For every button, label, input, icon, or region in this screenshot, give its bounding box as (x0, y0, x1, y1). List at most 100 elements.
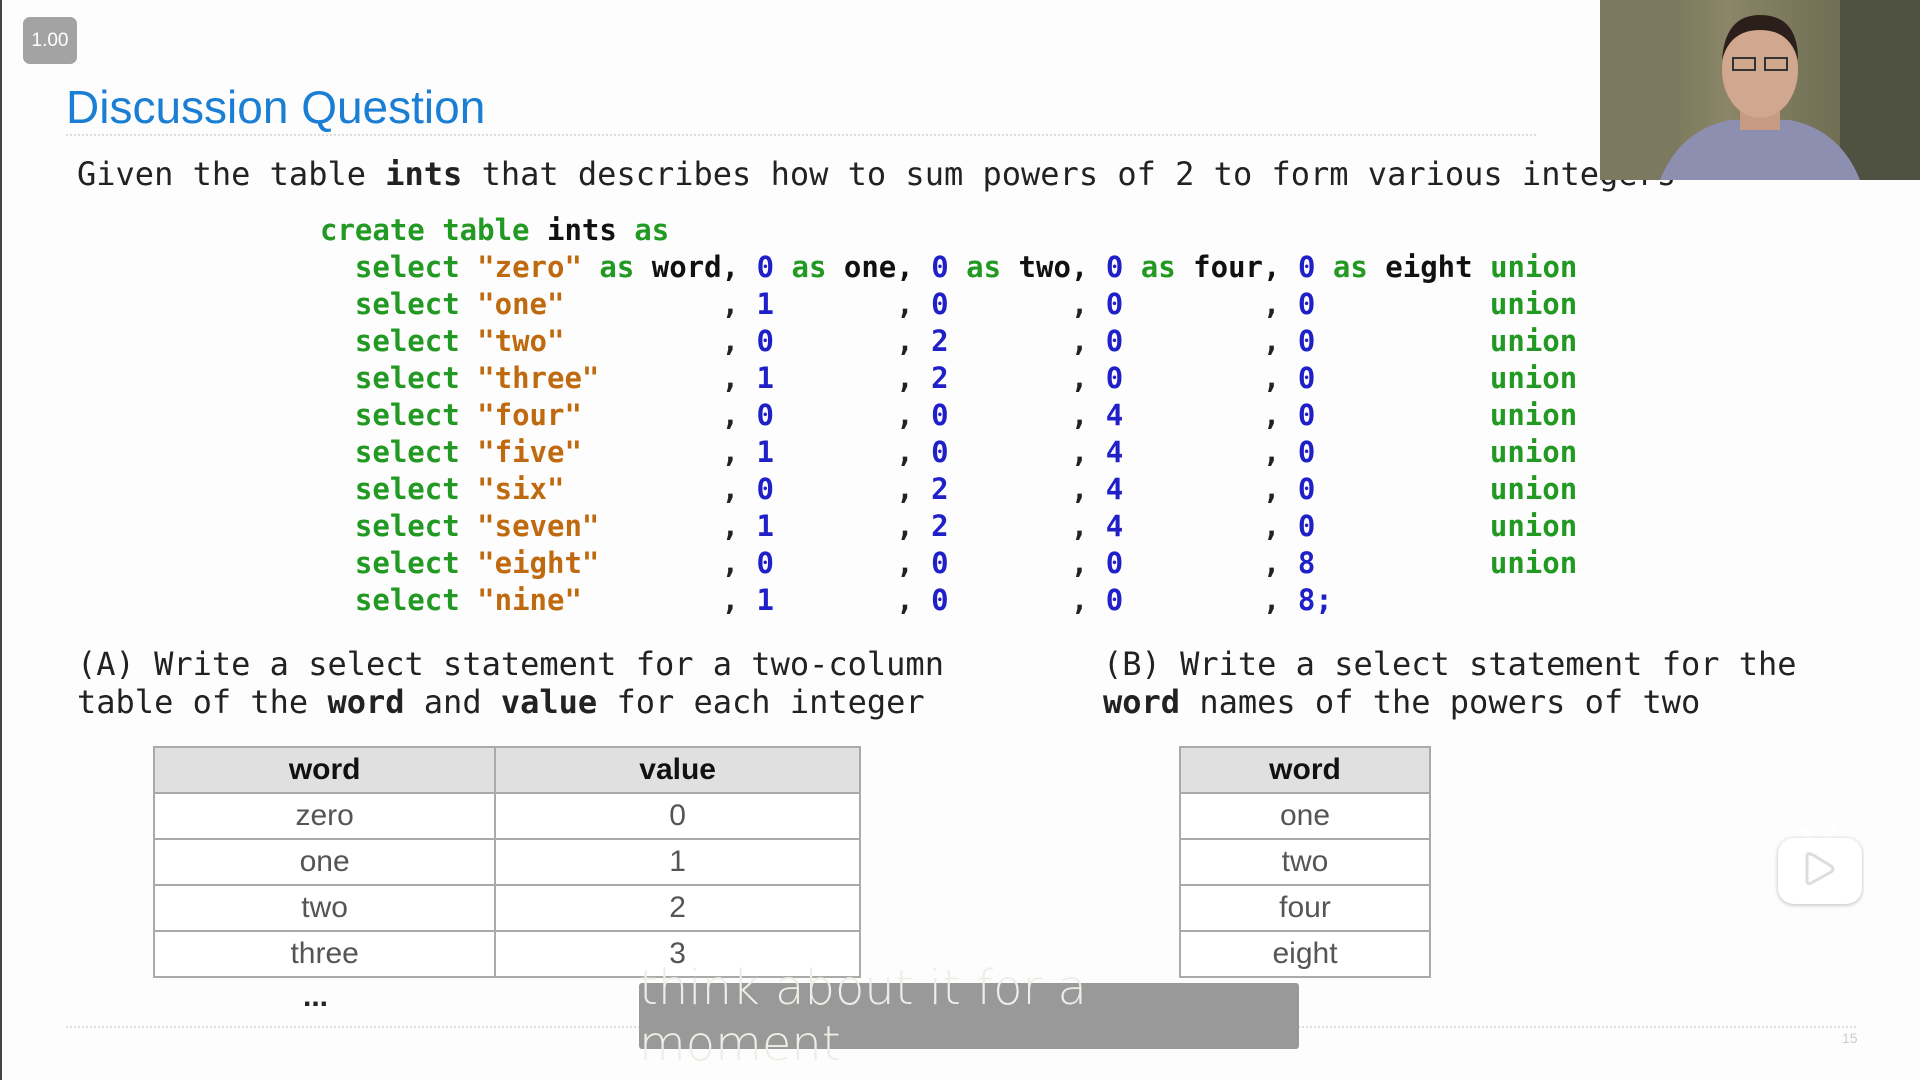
code-token: eight (1385, 250, 1473, 284)
code-token: "zero" (477, 250, 582, 284)
number-literal: 1 (756, 435, 774, 469)
number-literal: 2 (931, 324, 949, 358)
column-header: value (494, 746, 861, 794)
question-line: (A) Write a select statement for a two-c… (77, 645, 944, 683)
code-token: select (354, 250, 460, 284)
subtitle-caption: think about it for a moment (639, 960, 1299, 1072)
code-line: select "five" , 1 , 0 , 4 , 0 union (354, 435, 1578, 469)
code-line: select "eight" , 0 , 0 , 0 , 8 union (354, 546, 1578, 580)
keyword: select (354, 472, 460, 506)
given-text: Given the table ints that describes how … (77, 155, 1676, 193)
keyword: select (354, 509, 460, 543)
number-literal: 4 (1105, 472, 1124, 506)
text-run: names of the powers of two (1180, 683, 1701, 721)
table-row: four (1179, 884, 1431, 932)
number-literal: 2 (931, 509, 949, 543)
string-literal: "six" (477, 472, 565, 506)
number-literal: 4 (1105, 435, 1124, 469)
string-literal: "seven" (477, 509, 600, 543)
code-token: one, (843, 250, 914, 284)
table-cell: three (152, 930, 497, 978)
code-line: select "zero" as word, 0 as one, 0 as tw… (320, 249, 1577, 286)
tv-play-icon[interactable] (1774, 820, 1864, 915)
code-token: 0 (1297, 250, 1316, 284)
question-line: (B) Write a select statement for the (1103, 645, 1797, 683)
string-literal: "three" (477, 361, 600, 395)
keyword: select (354, 287, 460, 321)
number-literal: 0 (1105, 287, 1124, 321)
table-powers-of-two: word one two four eight (1179, 746, 1431, 978)
keyword: as (634, 213, 670, 247)
bold-term: ints (385, 155, 463, 193)
playback-speed-badge[interactable]: 1.00 (23, 17, 77, 64)
string-literal: "nine" (477, 583, 582, 617)
keyword: union (1489, 509, 1578, 543)
number-literal: 0 (756, 324, 774, 358)
question-line: table of the word and value for each int… (77, 683, 944, 721)
number-literal: 0 (1105, 583, 1124, 617)
number-literal: 0 (931, 287, 949, 321)
number-literal: 1 (756, 361, 774, 395)
number-literal: 4 (1105, 509, 1124, 543)
keyword: union (1489, 546, 1578, 580)
number-literal: 0 (1297, 398, 1316, 432)
text-run: and (404, 683, 501, 721)
page-number: 15 (1842, 1030, 1858, 1046)
text-run: (B) Write a select statement for the (1103, 645, 1797, 683)
number-literal: 0 (1105, 546, 1124, 580)
table-row: two (1179, 838, 1431, 886)
table-cell: 1 (494, 838, 861, 886)
number-literal: 0 (756, 472, 774, 506)
table-cell: one (1179, 792, 1431, 840)
string-literal: "two" (477, 324, 565, 358)
text-run: table of the (77, 683, 328, 721)
number-literal: 0 (1105, 361, 1124, 395)
text-run: Given the table (77, 155, 386, 193)
code-line: select "seven" , 1 , 2 , 4 , 0 union (354, 509, 1578, 543)
keyword: select (354, 435, 460, 469)
keyword: union (1489, 472, 1578, 506)
string-literal: "five" (477, 435, 582, 469)
number-literal: 1 (756, 509, 774, 543)
code-line: select "nine" , 1 , 0 , 0 , 8; (354, 583, 1333, 617)
number-literal: 2 (931, 472, 949, 506)
string-literal: "four" (477, 398, 582, 432)
keyword: select (354, 583, 460, 617)
code-token: two, (1018, 250, 1089, 284)
number-literal: 1 (756, 583, 774, 617)
table-row: zero 0 (152, 792, 861, 840)
code-line: select "three" , 1 , 2 , 0 , 0 union (354, 361, 1578, 395)
identifier: ints (546, 213, 617, 247)
number-literal: 4 (1105, 398, 1124, 432)
number-literal: 0 (756, 546, 774, 580)
number-literal: 0 (1297, 435, 1316, 469)
slide-title: Discussion Question (66, 81, 486, 133)
table-cell: two (152, 884, 497, 932)
code-line: select "two" , 0 , 2 , 0 , 0 union (354, 324, 1578, 358)
question-line: word names of the powers of two (1103, 683, 1797, 721)
text-run: that describes how to sum powers of 2 to… (462, 155, 1677, 193)
code-token: as (966, 250, 1002, 284)
code-token: four, (1193, 250, 1281, 284)
code-token: 0 (756, 250, 775, 284)
presenter-image (1600, 0, 1920, 180)
table-row: two 2 (152, 884, 861, 932)
number-literal: 0 (1105, 324, 1124, 358)
code-line: select "six" , 0 , 2 , 4 , 0 union (354, 472, 1578, 506)
question-b: (B) Write a select statement for the word… (1103, 645, 1797, 721)
number-literal: 0 (1297, 287, 1316, 321)
keyword: select (354, 546, 460, 580)
keyword: create table (320, 213, 530, 247)
bold-term: value (500, 683, 598, 721)
bold-term: word (1103, 683, 1181, 721)
code-token: as (791, 250, 827, 284)
code-token: union (1490, 250, 1578, 284)
number-literal: 0 (931, 435, 949, 469)
table-cell: two (1179, 838, 1431, 886)
table-row: one (1179, 792, 1431, 840)
table-cell: four (1179, 884, 1431, 932)
keyword: union (1489, 361, 1578, 395)
number-literal: 0 (1297, 324, 1316, 358)
column-header: word (152, 746, 497, 794)
number-literal: 0 (1297, 361, 1316, 395)
